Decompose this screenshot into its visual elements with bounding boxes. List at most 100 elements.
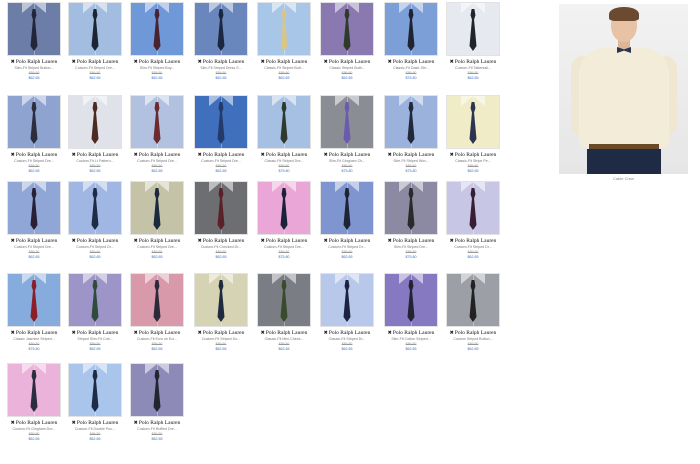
- shirt-image[interactable]: [7, 181, 61, 235]
- product-card[interactable]: ✖ Polo Ralph Lauren Classic-Fit Striped Dr…: [319, 273, 375, 351]
- product-card[interactable]: ✖ Polo Ralph Lauren Custom-Fit Striped Dre…: [129, 95, 185, 173]
- product-card[interactable]: ✖ Polo Ralph Lauren Custom-Fit Striped Dre…: [256, 181, 312, 259]
- shirt-image[interactable]: [194, 273, 248, 327]
- shirt-image[interactable]: [320, 181, 374, 235]
- brand-line[interactable]: ✖ Polo Ralph Lauren: [67, 59, 123, 65]
- product-card[interactable]: ✖ Polo Ralph Lauren Custom-Fit Double Poc.…: [67, 363, 123, 441]
- product-name[interactable]: Custom-Fit Striped Dr...: [445, 245, 501, 249]
- brand-line[interactable]: ✖ Polo Ralph Lauren: [6, 330, 62, 336]
- shirt-image[interactable]: [257, 95, 311, 149]
- product-name[interactable]: Custom-Fit Striped Dre...: [129, 245, 185, 249]
- product-card[interactable]: ✖ Polo Ralph Lauren Custom-Fit Ruffled Dre…: [129, 363, 185, 441]
- product-name[interactable]: Custom-Fit Checked Dr...: [193, 245, 249, 249]
- product-name[interactable]: Custom-Fit Tattersall...: [445, 66, 501, 70]
- product-card[interactable]: ✖ Polo Ralph Lauren Custom-Fit Striped Dr.…: [445, 181, 501, 259]
- shirt-image[interactable]: [446, 2, 500, 56]
- product-name[interactable]: Custom Striped Button...: [445, 337, 501, 341]
- product-card[interactable]: ✖ Polo Ralph Lauren Classic-Fit Dash-Stri.…: [383, 2, 439, 80]
- product-card[interactable]: ✖ Polo Ralph Lauren Custom-Fit Ecru on Ecr…: [129, 273, 185, 351]
- shirt-image[interactable]: [68, 181, 122, 235]
- brand-line[interactable]: ✖ Polo Ralph Lauren: [256, 152, 312, 158]
- brand-line[interactable]: ✖ Polo Ralph Lauren: [67, 420, 123, 426]
- product-card[interactable]: ✖ Polo Ralph Lauren Slim-Fit Striped Dre..…: [383, 181, 439, 259]
- promo-caption[interactable]: Cable Crew: [559, 176, 688, 181]
- product-name[interactable]: Classic Jasmine Striped...: [6, 337, 62, 341]
- shirt-image[interactable]: [194, 181, 248, 235]
- product-name[interactable]: Slim-Fit Cotton Striped...: [383, 337, 439, 341]
- product-name[interactable]: Custom-Fit Lt Pattern...: [67, 159, 123, 163]
- shirt-image[interactable]: [384, 2, 438, 56]
- product-card[interactable]: ✖ Polo Ralph Lauren Custom-Fit Striped Dr.…: [67, 181, 123, 259]
- brand-line[interactable]: ✖ Polo Ralph Lauren: [319, 238, 375, 244]
- shirt-image[interactable]: [130, 181, 184, 235]
- product-name[interactable]: Slim-Fit Striped Dre...: [383, 245, 439, 249]
- product-card[interactable]: ✖ Polo Ralph Lauren Custom-Fit Striped Dre…: [193, 95, 249, 173]
- shirt-image[interactable]: [446, 181, 500, 235]
- shirt-image[interactable]: [130, 363, 184, 417]
- product-card[interactable]: ✖ Polo Ralph Lauren Slim-Fit Striped Wov..…: [383, 95, 439, 173]
- product-card[interactable]: ✖ Polo Ralph Lauren Classic-Fit Striped Bu…: [256, 2, 312, 80]
- brand-line[interactable]: ✖ Polo Ralph Lauren: [67, 330, 123, 336]
- brand-line[interactable]: ✖ Polo Ralph Lauren: [129, 420, 185, 426]
- shirt-image[interactable]: [68, 2, 122, 56]
- shirt-image[interactable]: [7, 95, 61, 149]
- product-card[interactable]: ✖ Polo Ralph Lauren Slim-Fit Striped Butto…: [6, 2, 62, 80]
- shirt-image[interactable]: [384, 181, 438, 235]
- brand-line[interactable]: ✖ Polo Ralph Lauren: [383, 59, 439, 65]
- brand-line[interactable]: ✖ Polo Ralph Lauren: [193, 152, 249, 158]
- product-name[interactable]: Classic-Fit Striped Butt...: [256, 66, 312, 70]
- brand-line[interactable]: ✖ Polo Ralph Lauren: [445, 330, 501, 336]
- product-name[interactable]: Custom-Fit Gingham Dre...: [6, 427, 62, 431]
- product-name[interactable]: Custom-Fit Striped Dre...: [129, 159, 185, 163]
- brand-line[interactable]: ✖ Polo Ralph Lauren: [383, 152, 439, 158]
- brand-line[interactable]: ✖ Polo Ralph Lauren: [193, 330, 249, 336]
- brand-line[interactable]: ✖ Polo Ralph Lauren: [6, 59, 62, 65]
- product-card[interactable]: ✖ Polo Ralph Lauren Custom-Fit Gingham Dre…: [6, 363, 62, 441]
- product-name[interactable]: Slim-Fit Striped Dress S...: [193, 66, 249, 70]
- product-name[interactable]: Custom-Fit Striped Do...: [193, 337, 249, 341]
- product-name[interactable]: Custom-Fit Ruffled Dre...: [129, 427, 185, 431]
- shirt-image[interactable]: [257, 273, 311, 327]
- product-name[interactable]: Custom-Fit Striped Dre...: [6, 159, 62, 163]
- shirt-image[interactable]: [7, 2, 61, 56]
- shirt-image[interactable]: [446, 273, 500, 327]
- brand-line[interactable]: ✖ Polo Ralph Lauren: [129, 330, 185, 336]
- shirt-image[interactable]: [130, 2, 184, 56]
- brand-line[interactable]: ✖ Polo Ralph Lauren: [67, 152, 123, 158]
- brand-line[interactable]: ✖ Polo Ralph Lauren: [445, 238, 501, 244]
- product-card[interactable]: ✖ Polo Ralph Lauren Custom-Fit Tattersall.…: [445, 2, 501, 80]
- shirt-image[interactable]: [130, 273, 184, 327]
- shirt-image[interactable]: [320, 273, 374, 327]
- product-name[interactable]: Classic-Fit Stripe Pe...: [445, 159, 501, 163]
- product-card[interactable]: ✖ Polo Ralph Lauren Classic-Fit Stripe Pe.…: [445, 95, 501, 173]
- product-card[interactable]: ✖ Polo Ralph Lauren Custom-Fit Striped Dre…: [67, 2, 123, 80]
- product-name[interactable]: Custom-Fit Ecru on Ecr...: [129, 337, 185, 341]
- product-name[interactable]: Slim-Fit Striped Button...: [6, 66, 62, 70]
- brand-line[interactable]: ✖ Polo Ralph Lauren: [319, 330, 375, 336]
- shirt-image[interactable]: [446, 95, 500, 149]
- product-card[interactable]: ✖ Polo Ralph Lauren Custom-Fit Striped Dre…: [6, 181, 62, 259]
- product-card[interactable]: ✖ Polo Ralph Lauren Striped Slim-Fit Cott.…: [67, 273, 123, 351]
- brand-line[interactable]: ✖ Polo Ralph Lauren: [319, 152, 375, 158]
- brand-line[interactable]: ✖ Polo Ralph Lauren: [445, 59, 501, 65]
- shirt-image[interactable]: [257, 2, 311, 56]
- product-card[interactable]: ✖ Polo Ralph Lauren Classic-Fit Mini-Check…: [256, 273, 312, 351]
- product-card[interactable]: ✖ Polo Ralph Lauren Custom-Fit Striped Do.…: [193, 273, 249, 351]
- product-name[interactable]: Custom-Fit Striped Dr...: [319, 245, 375, 249]
- product-name[interactable]: Slim-Fit Striped Wov...: [383, 159, 439, 163]
- brand-line[interactable]: ✖ Polo Ralph Lauren: [67, 238, 123, 244]
- product-name[interactable]: Custom-Fit Double Poc...: [67, 427, 123, 431]
- brand-line[interactable]: ✖ Polo Ralph Lauren: [129, 152, 185, 158]
- product-name[interactable]: Classic-Fit Dash-Stri...: [383, 66, 439, 70]
- product-card[interactable]: ✖ Polo Ralph Lauren Custom-Fit Checked Dr.…: [193, 181, 249, 259]
- product-card[interactable]: ✖ Polo Ralph Lauren Custom-Fit Striped Dre…: [6, 95, 62, 173]
- brand-line[interactable]: ✖ Polo Ralph Lauren: [6, 238, 62, 244]
- product-card[interactable]: ✖ Polo Ralph Lauren Classic Jasmine Stripe…: [6, 273, 62, 351]
- brand-line[interactable]: ✖ Polo Ralph Lauren: [6, 420, 62, 426]
- shirt-image[interactable]: [68, 273, 122, 327]
- brand-line[interactable]: ✖ Polo Ralph Lauren: [383, 238, 439, 244]
- product-card[interactable]: ✖ Polo Ralph Lauren Custom Striped Button.…: [445, 273, 501, 351]
- brand-line[interactable]: ✖ Polo Ralph Lauren: [383, 330, 439, 336]
- product-name[interactable]: Classic-Fit Mini-Check...: [256, 337, 312, 341]
- brand-line[interactable]: ✖ Polo Ralph Lauren: [256, 59, 312, 65]
